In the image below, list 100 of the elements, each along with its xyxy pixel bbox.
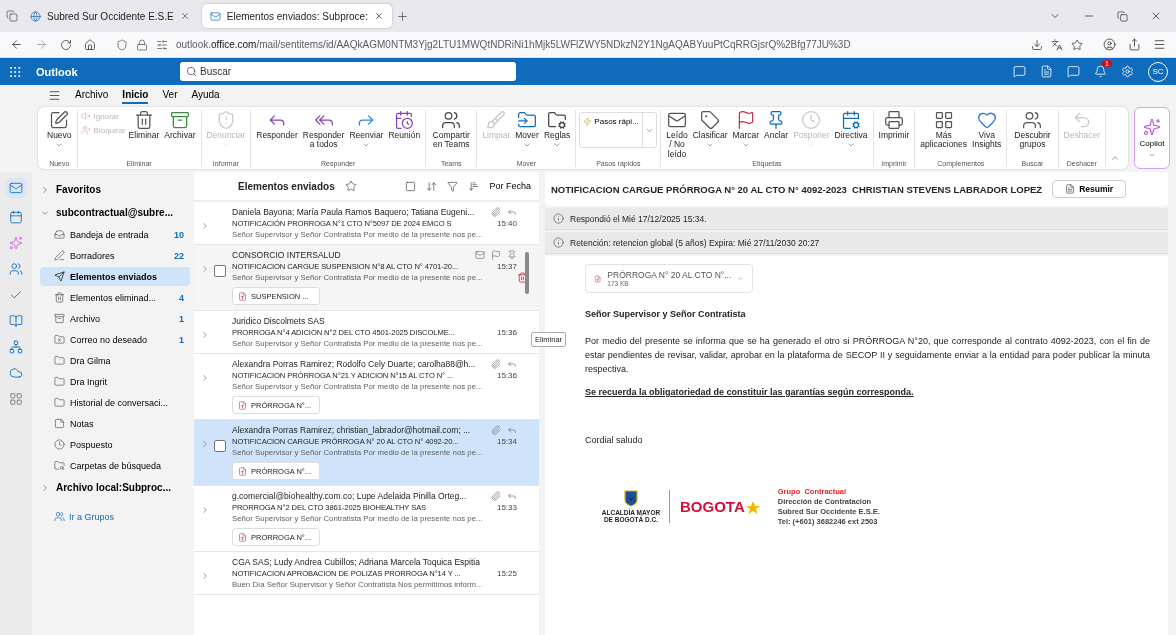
back-icon[interactable] — [10, 38, 23, 51]
chevron-icon[interactable] — [200, 505, 210, 515]
folder-item[interactable]: Historial de conversaci... — [40, 393, 190, 412]
close-icon[interactable] — [179, 11, 190, 21]
jump-icon[interactable] — [426, 180, 438, 192]
ribbon-button[interactable]: Leído / No leído — [664, 110, 690, 160]
ribbon-button[interactable]: Responder a todos — [300, 110, 347, 150]
menu-icon[interactable] — [1153, 38, 1166, 51]
home-icon[interactable] — [84, 38, 96, 51]
ribbon-button[interactable]: Reunión — [386, 110, 423, 141]
chevron-icon[interactable] — [200, 264, 210, 274]
collapse-icon[interactable] — [1110, 153, 1120, 163]
ribbon-tab[interactable]: Archivo — [75, 86, 109, 104]
account-icon[interactable] — [1103, 38, 1116, 51]
ribbon-tab[interactable]: Ayuda — [191, 86, 220, 104]
ribbon-button[interactable]: Responder — [254, 110, 300, 141]
chevron-icon[interactable] — [200, 221, 210, 231]
folder-item[interactable]: Dra Ingrit — [40, 372, 190, 391]
checkmark-icon[interactable] — [9, 288, 23, 302]
folder-item[interactable]: Carpetas de búsqueda — [40, 456, 190, 475]
sort-button[interactable]: Por Fecha — [489, 181, 531, 191]
quick-step-item[interactable]: Pasos rápi... — [580, 113, 643, 147]
ribbon-button[interactable]: Imprimir — [876, 110, 912, 141]
app-name[interactable]: Outlook — [36, 65, 166, 78]
folder-item[interactable]: Elementos eliminad... 4 — [40, 288, 190, 307]
bell-icon[interactable] — [1094, 65, 1107, 78]
feedback-icon[interactable] — [1067, 65, 1080, 78]
ribbon-button[interactable]: Directiva — [832, 110, 870, 150]
ribbon-button[interactable]: Viva Insights — [970, 110, 1004, 150]
folder-item[interactable]: Bandeja de entrada 10 — [40, 225, 190, 244]
folder-item[interactable]: Dra Gilma — [40, 351, 190, 370]
share-icon[interactable] — [1128, 38, 1141, 51]
search-field[interactable]: Buscar — [180, 62, 516, 81]
folder-item[interactable]: Borradores 22 — [40, 246, 190, 265]
folder-item[interactable]: Correo no deseado 1 — [40, 330, 190, 349]
install-icon[interactable] — [1031, 38, 1043, 51]
browser-tab[interactable]: Elementos enviados: Subproce: — [201, 4, 392, 28]
close-icon[interactable] — [373, 11, 384, 21]
ribbon-button[interactable]: Más aplicaciones — [918, 110, 970, 150]
sort-icon[interactable] — [468, 180, 480, 192]
forward-icon[interactable] — [35, 38, 48, 51]
cloud-icon[interactable] — [9, 366, 23, 380]
document-icon[interactable] — [1040, 65, 1053, 78]
folder-section-header[interactable]: Archivo local:Subproc... — [40, 476, 190, 499]
notebook-icon[interactable] — [9, 314, 23, 328]
ribbon-button[interactable]: Marcar — [730, 110, 762, 150]
folder-item[interactable]: Archivo 1 — [40, 309, 190, 328]
ribbon-button[interactable]: Eliminar — [126, 110, 162, 141]
app-launcher-icon[interactable] — [8, 64, 22, 79]
people-icon[interactable] — [9, 262, 23, 276]
chat-icon[interactable] — [1013, 65, 1026, 78]
copilot-button[interactable]: Copilot — [1134, 107, 1170, 169]
chevron-icon[interactable] — [200, 571, 210, 581]
reload-icon[interactable] — [60, 38, 72, 51]
ribbon-button[interactable]: Clasificar — [690, 110, 730, 150]
close-icon[interactable] — [1150, 10, 1162, 22]
ribbon-tab[interactable]: Ver — [162, 86, 178, 104]
folder-item[interactable]: Notas — [40, 414, 190, 433]
mail-icon[interactable] — [9, 181, 23, 195]
tab-list-icon[interactable] — [6, 10, 18, 22]
ribbon-button[interactable]: Descubrir grupos — [1010, 110, 1055, 150]
org-chart-icon[interactable] — [9, 340, 23, 354]
folder-section-header[interactable]: subcontractual@subre... — [40, 201, 190, 224]
chevron-icon[interactable] — [200, 373, 210, 383]
checkbox[interactable] — [214, 440, 226, 452]
flag-icon[interactable] — [491, 250, 501, 260]
folder-item[interactable]: Pospuesto — [40, 435, 190, 454]
menu-icon[interactable] — [48, 88, 61, 102]
groups-link[interactable]: Ir a Grupos — [40, 499, 190, 534]
ribbon-button[interactable]: Archivar — [162, 110, 198, 141]
apps-icon[interactable] — [9, 392, 23, 406]
delete-icon[interactable] — [517, 272, 528, 283]
new-tab-icon[interactable] — [395, 9, 409, 23]
settings-icon[interactable] — [1121, 65, 1134, 78]
translate-icon[interactable] — [1051, 38, 1063, 51]
scrollbar-thumb[interactable] — [525, 252, 529, 294]
filter-icon[interactable] — [447, 180, 459, 192]
sparkle-icon[interactable] — [9, 236, 23, 250]
folder-section-header[interactable]: Favoritos — [40, 178, 190, 201]
ribbon-button[interactable]: Anclar — [762, 110, 791, 141]
envelope-icon[interactable] — [475, 250, 485, 260]
ribbon-button[interactable]: Reglas — [541, 110, 573, 150]
summarize-button[interactable]: Resumir — [1052, 180, 1127, 198]
ribbon-tab[interactable]: Inicio — [122, 86, 149, 104]
star-icon[interactable] — [1071, 38, 1083, 51]
chevron-icon[interactable] — [200, 330, 210, 340]
folder-item[interactable]: Elementos enviados — [40, 267, 190, 286]
select-icon[interactable] — [405, 180, 417, 192]
message-item[interactable] — [194, 420, 539, 486]
ribbon-button[interactable]: Nuevo — [45, 110, 74, 150]
calendar-icon[interactable] — [9, 210, 23, 224]
checkbox[interactable] — [214, 265, 226, 277]
pin-icon[interactable] — [507, 250, 517, 260]
chevron-icon[interactable] — [200, 439, 210, 449]
ribbon-button[interactable]: Reenviar — [347, 110, 386, 150]
star-icon[interactable] — [344, 180, 357, 192]
ribbon-button[interactable]: Mover — [513, 110, 541, 150]
restore-icon[interactable] — [1117, 10, 1128, 22]
browser-tab[interactable]: Subred Sur Occidente E.S.E — [22, 4, 198, 28]
ribbon-button[interactable]: Compartir en Teams — [429, 110, 474, 150]
